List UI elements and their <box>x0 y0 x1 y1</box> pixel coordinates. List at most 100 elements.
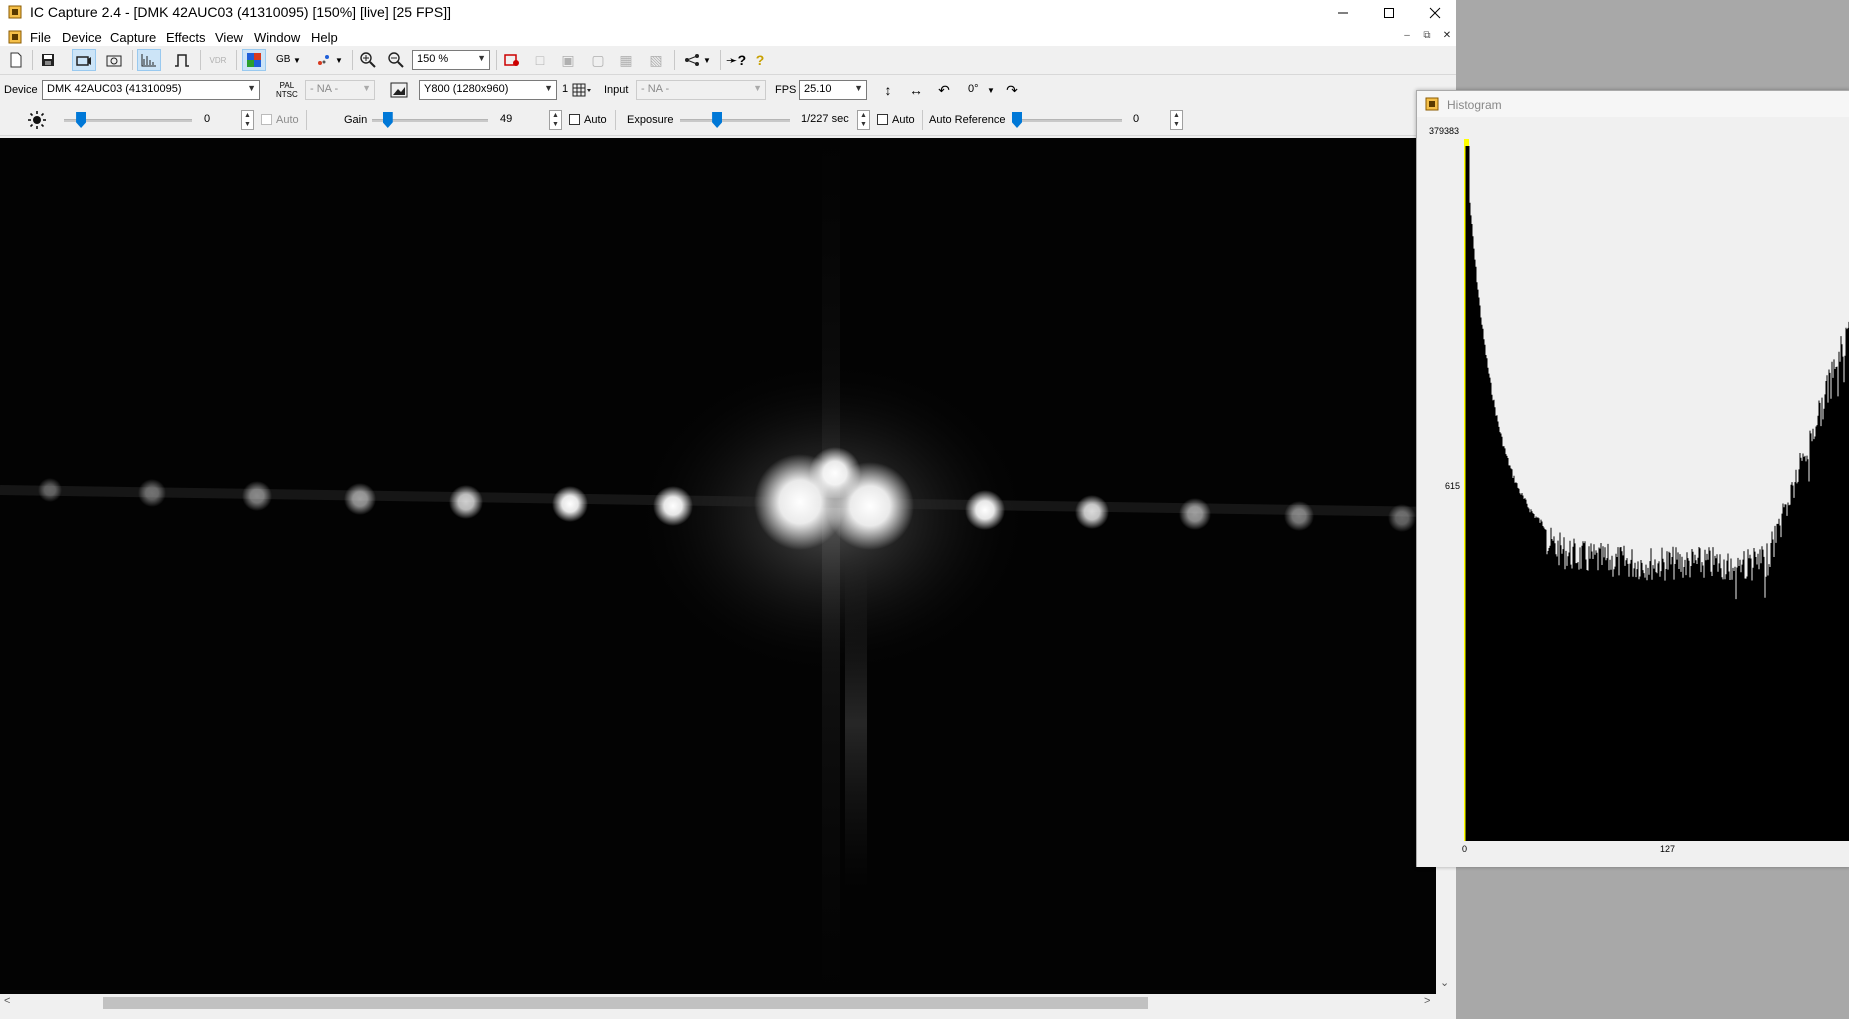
overlay-button[interactable]: ▢ <box>586 49 610 71</box>
video-norm-select[interactable]: - NA - ▼ <box>305 80 375 100</box>
gain-value: 49 <box>500 113 513 125</box>
horizontal-scroll-thumb[interactable] <box>103 997 1148 1009</box>
menu-device[interactable]: Device <box>62 30 102 45</box>
snap-button[interactable] <box>102 49 126 71</box>
exposure-auto-checkbox[interactable] <box>877 114 888 125</box>
brightness-value: 0 <box>204 113 211 125</box>
gain-label: Gain <box>344 114 368 126</box>
toolbar-separator <box>306 110 307 130</box>
input-select[interactable]: - NA - ▼ <box>636 80 766 100</box>
chevron-down-icon: ▼ <box>854 83 863 93</box>
maximize-button[interactable] <box>1366 0 1412 26</box>
live-video-view[interactable] <box>0 138 1436 994</box>
white-balance-dropdown[interactable]: ▼ <box>332 49 346 71</box>
menu-bar: File Device Capture Effects View Window … <box>0 26 1456 48</box>
new-button[interactable] <box>4 49 28 71</box>
video-format-icon <box>390 82 408 98</box>
white-balance-icon <box>318 55 329 65</box>
flip-vertical-icon: ↕ <box>884 82 892 98</box>
toolbar-separator <box>674 50 675 70</box>
brightness-icon <box>28 111 46 129</box>
flip-horizontal-button[interactable]: ↔ <box>904 79 928 101</box>
video-format-value: Y800 (1280x960) <box>424 83 509 95</box>
record-button[interactable] <box>500 49 524 71</box>
chevron-down-icon: ▼ <box>544 83 553 93</box>
gain-auto-checkbox[interactable] <box>569 114 580 125</box>
scroll-left-icon[interactable]: < <box>4 995 10 1007</box>
gain-slider-thumb[interactable] <box>382 112 393 128</box>
exposure-slider-thumb[interactable] <box>712 112 723 128</box>
brightness-auto-checkbox[interactable] <box>261 114 272 125</box>
auto-reference-slider-thumb[interactable] <box>1012 112 1022 128</box>
fps-select[interactable]: 25.10 ▼ <box>799 80 867 100</box>
zoom-value: 150 % <box>417 53 449 65</box>
gain-spinner[interactable]: ▲ ▼ <box>549 110 562 130</box>
minimize-button[interactable] <box>1320 0 1366 26</box>
menu-capture[interactable]: Capture <box>110 30 156 45</box>
exposure-label: Exposure <box>627 114 674 126</box>
vdr-button[interactable]: VDR <box>206 49 230 71</box>
export-button[interactable]: ▦ <box>614 49 638 71</box>
rotate-left-button[interactable]: ↶ <box>932 79 956 101</box>
binning-button[interactable] <box>569 79 595 101</box>
properties-toolbar: 0 ▲ ▼ Auto Gain 49 ▲ ▼ Auto Exposure 1/227… <box>0 105 1456 136</box>
gb-dropdown[interactable]: ▼ <box>290 49 304 71</box>
menu-help[interactable]: Help <box>311 30 338 45</box>
close-icon <box>1429 7 1441 19</box>
live-button[interactable] <box>72 49 96 71</box>
save-button[interactable] <box>36 49 60 71</box>
toolbar-separator <box>615 110 616 130</box>
trigger-button[interactable] <box>170 49 194 71</box>
pulse-icon <box>175 54 189 67</box>
histogram-button[interactable] <box>137 49 161 71</box>
exposure-spinner[interactable]: ▲ ▼ <box>857 110 870 130</box>
menu-window[interactable]: Window <box>254 30 300 45</box>
menu-view[interactable]: View <box>215 30 243 45</box>
horizontal-scrollbar[interactable]: < > <box>0 994 1436 1012</box>
roi-button[interactable]: □ <box>528 49 552 71</box>
rotate-left-icon: ↶ <box>938 81 950 98</box>
rotate-right-button[interactable]: ↷ <box>1000 79 1024 101</box>
toolbar-separator <box>720 50 721 70</box>
help-button[interactable]: ? <box>748 49 772 71</box>
menu-effects[interactable]: Effects <box>166 30 206 45</box>
share-button[interactable]: ▧ <box>644 49 668 71</box>
mdi-restore-button[interactable]: ⧉ <box>1418 30 1436 44</box>
scroll-right-icon[interactable]: > <box>1424 995 1430 1007</box>
brightness-auto-label: Auto <box>276 114 299 126</box>
network-dropdown[interactable]: ▼ <box>700 49 714 71</box>
auto-reference-spinner[interactable]: ▲ ▼ <box>1170 110 1183 130</box>
input-value: - NA - <box>641 83 670 95</box>
mdi-close-button[interactable]: ✕ <box>1438 30 1456 44</box>
video-format-select[interactable]: Y800 (1280x960) ▼ <box>419 80 557 100</box>
color-button[interactable] <box>242 49 266 71</box>
histogram-icon <box>141 54 156 67</box>
device-select[interactable]: DMK 42AUC03 (41310095) ▼ <box>42 80 260 100</box>
auto-reference-slider-track[interactable] <box>1014 119 1122 122</box>
scroll-down-icon[interactable]: ⌄ <box>1440 976 1449 989</box>
histogram-title-bar[interactable]: Histogram <box>1417 91 1849 117</box>
x-label-127: 127 <box>1660 844 1675 854</box>
exposure-value: 1/227 sec <box>801 113 849 125</box>
context-help-button[interactable]: ➛? <box>724 49 748 71</box>
mdi-minimize-button[interactable]: – <box>1398 30 1416 44</box>
record-icon <box>504 54 519 66</box>
window-title: IC Capture 2.4 - [DMK 42AUC03 (41310095)… <box>30 4 451 20</box>
y-mid-label: 615 <box>1445 481 1460 491</box>
close-button[interactable] <box>1412 0 1456 26</box>
frame-button[interactable]: ▣ <box>556 49 580 71</box>
brightness-spinner[interactable]: ▲ ▼ <box>241 110 254 130</box>
zoom-out-icon <box>388 52 404 68</box>
help-icon: ? <box>755 52 765 68</box>
zoom-select[interactable]: 150 % ▼ <box>412 50 490 70</box>
zoom-out-button[interactable] <box>384 49 408 71</box>
rotation-dropdown[interactable]: ▼ <box>984 79 998 101</box>
brightness-slider-thumb[interactable] <box>76 112 87 128</box>
zoom-in-button[interactable] <box>356 49 380 71</box>
zoom-in-icon <box>360 52 376 68</box>
flip-vertical-button[interactable]: ↕ <box>876 79 900 101</box>
save-icon <box>42 54 54 66</box>
device-value: DMK 42AUC03 (41310095) <box>47 83 182 95</box>
menu-file[interactable]: File <box>30 30 51 45</box>
exposure-slider-track[interactable] <box>680 119 790 122</box>
